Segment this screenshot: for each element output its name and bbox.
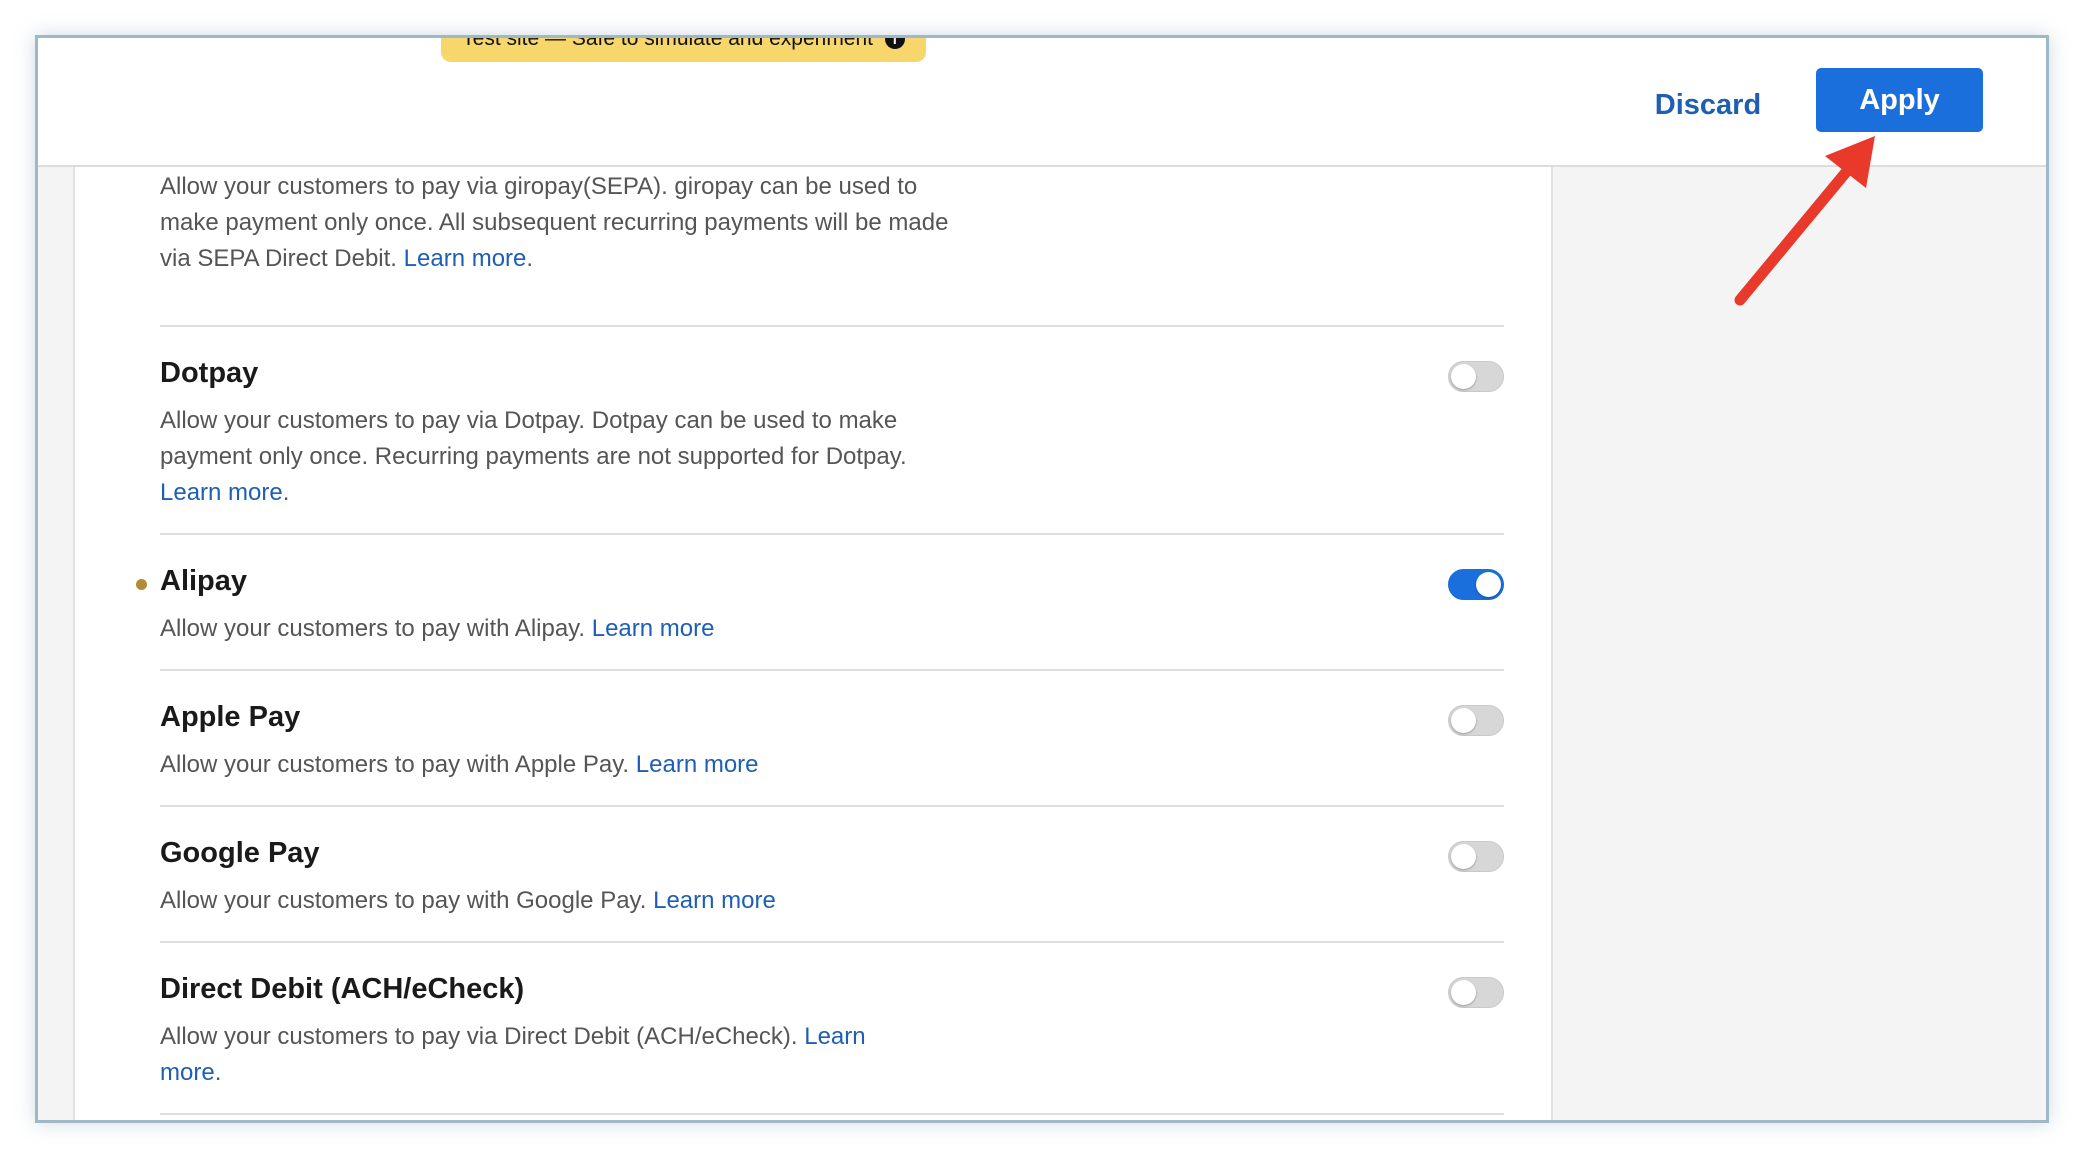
dotpay-toggle[interactable] <box>1448 361 1504 392</box>
toggle-knob <box>1451 364 1476 389</box>
method-title: Apple Pay <box>160 701 301 733</box>
method-title: Google Pay <box>160 837 320 869</box>
method-description: Allow your customers to pay via giropay(… <box>160 173 949 272</box>
app-window: Test site — Safe to simulate and experim… <box>35 35 2049 1123</box>
payment-method-giropay: Allow your customers to pay via giropay(… <box>160 167 1504 327</box>
info-icon[interactable]: i <box>884 38 905 50</box>
learn-more-link[interactable]: Learn more <box>592 615 715 642</box>
changed-indicator-dot <box>136 579 147 590</box>
payment-methods-panel: Allow your customers to pay via giropay(… <box>73 167 1553 1120</box>
method-description: Allow your customers to pay via Direct D… <box>160 1023 866 1086</box>
payment-method-apple-pay: Apple Pay Allow your customers to pay wi… <box>160 671 1504 807</box>
learn-more-link[interactable]: Learn more <box>160 479 283 506</box>
toggle-knob <box>1451 708 1476 733</box>
google-pay-toggle[interactable] <box>1448 841 1504 872</box>
payment-method-google-pay: Google Pay Allow your customers to pay w… <box>160 807 1504 943</box>
apple-pay-toggle[interactable] <box>1448 705 1504 736</box>
apply-button[interactable]: Apply <box>1816 68 1983 132</box>
method-title: Alipay <box>160 565 248 597</box>
direct-debit-toggle[interactable] <box>1448 977 1504 1008</box>
learn-more-link[interactable]: Learn more <box>404 245 527 272</box>
method-description: Allow your customers to pay with Apple P… <box>160 751 759 778</box>
toggle-knob <box>1451 980 1476 1005</box>
test-site-banner: Test site — Safe to simulate and experim… <box>441 35 926 62</box>
payment-method-dotpay: Dotpay Allow your customers to pay via D… <box>160 327 1504 535</box>
alipay-toggle[interactable] <box>1448 569 1504 600</box>
learn-more-link[interactable]: Learn more <box>653 887 776 914</box>
payment-method-direct-debit: Direct Debit (ACH/eCheck) Allow your cus… <box>160 943 1504 1115</box>
banner-text: Test site — Safe to simulate and experim… <box>462 35 874 50</box>
discard-button[interactable]: Discard <box>1638 80 1778 130</box>
toggle-knob <box>1451 844 1476 869</box>
method-description: Allow your customers to pay with Google … <box>160 887 776 914</box>
action-bar: Test site — Safe to simulate and experim… <box>38 38 2046 167</box>
method-title: Dotpay <box>160 357 259 389</box>
payment-method-next <box>160 1115 1504 1120</box>
method-description: Allow your customers to pay via Dotpay. … <box>160 407 907 506</box>
method-description: Allow your customers to pay with Alipay.… <box>160 615 715 642</box>
toggle-knob <box>1476 572 1501 597</box>
payment-method-alipay: Alipay Allow your customers to pay with … <box>136 535 1504 671</box>
learn-more-link[interactable]: Learn more <box>636 751 759 778</box>
method-title: Direct Debit (ACH/eCheck) <box>160 973 525 1005</box>
